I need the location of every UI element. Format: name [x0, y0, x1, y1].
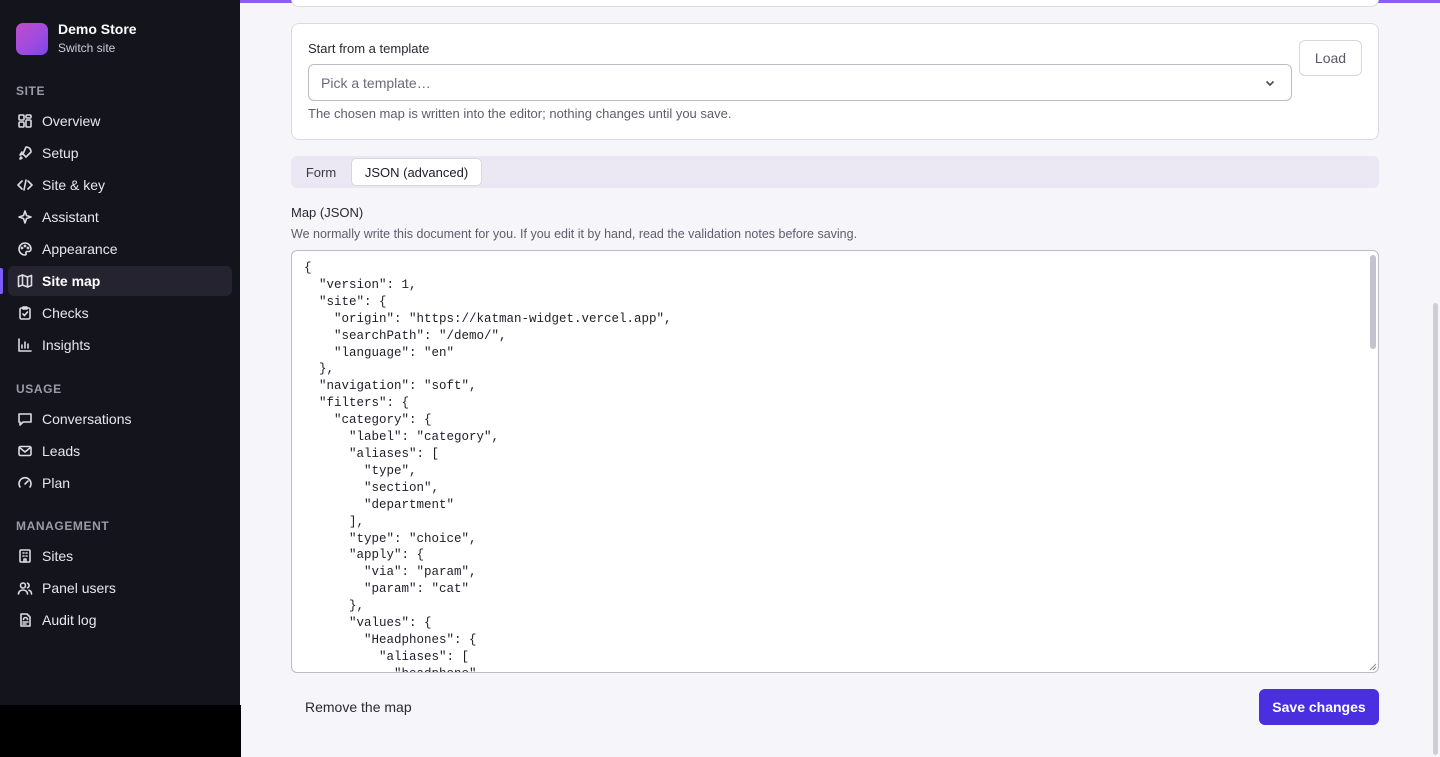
editor-mode-tabs: Form JSON (advanced) [291, 156, 1379, 188]
map-icon [16, 272, 34, 290]
code-icon [16, 176, 34, 194]
sidebar-item-site-map[interactable]: Site map [0, 266, 232, 296]
bar-chart-icon [16, 336, 34, 354]
template-label: Start from a template [308, 41, 430, 56]
page-scrollbar-thumb[interactable] [1433, 303, 1438, 755]
sidebar-item-label: Insights [42, 337, 91, 353]
clipboard-check-icon [16, 304, 34, 322]
sidebar-item-plan[interactable]: Plan [8, 468, 232, 498]
template-select[interactable]: Pick a template… [308, 64, 1292, 101]
save-changes-button[interactable]: Save changes [1259, 689, 1379, 725]
sidebar-item-label: Overview [42, 113, 101, 129]
sidebar-item-label: Sites [42, 548, 74, 564]
section-label-site: SITE [16, 84, 46, 98]
sidebar-item-label: Plan [42, 475, 71, 491]
sidebar-item-sites[interactable]: Sites [8, 541, 232, 571]
chevron-down-icon [1263, 76, 1277, 90]
switch-site-link[interactable]: Switch site [58, 40, 137, 56]
sidebar-item-label: Conversations [42, 411, 132, 427]
sidebar-item-label: Audit log [42, 612, 97, 628]
users-icon [16, 579, 34, 597]
template-help-text: The chosen map is written into the edito… [308, 106, 732, 121]
grid-icon [16, 112, 34, 130]
page-scrollbar[interactable] [1432, 3, 1440, 757]
sidebar: Demo Store Switch site SITE Overview Set… [0, 0, 240, 705]
site-logo [16, 22, 48, 55]
sidebar-item-setup[interactable]: Setup [8, 138, 232, 168]
sidebar-item-assistant[interactable]: Assistant [8, 202, 232, 232]
sidebar-item-label: Checks [42, 305, 89, 321]
sidebar-item-panel-users[interactable]: Panel users [8, 573, 232, 603]
sidebar-item-audit-log[interactable]: Audit log [8, 605, 232, 635]
remove-map-button[interactable]: Remove the map [291, 690, 426, 723]
template-card: Start from a template Pick a template… T… [291, 23, 1379, 140]
sidebar-item-label: Setup [42, 145, 79, 161]
json-editor[interactable]: { "version": 1, "site": { "origin": "htt… [291, 250, 1379, 673]
resize-handle-icon[interactable] [1367, 661, 1377, 671]
map-json-label: Map (JSON) [291, 205, 364, 220]
tab-form[interactable]: Form [295, 158, 347, 186]
previous-card [291, 0, 1379, 7]
sidebar-item-site-key[interactable]: Site & key [8, 170, 232, 200]
sparkle-icon [16, 208, 34, 226]
sidebar-footer [0, 705, 241, 757]
template-select-value: Pick a template… [321, 74, 431, 91]
sidebar-item-overview[interactable]: Overview [8, 106, 232, 136]
sidebar-item-leads[interactable]: Leads [8, 436, 232, 466]
sidebar-item-label: Assistant [42, 209, 99, 225]
editor-scrollbar[interactable] [1370, 255, 1376, 349]
section-label-usage: USAGE [16, 382, 62, 396]
site-switcher[interactable]: Demo Store Switch site [16, 21, 137, 56]
sidebar-item-label: Site map [42, 273, 101, 289]
log-icon [16, 611, 34, 629]
site-name: Demo Store [58, 21, 137, 37]
sidebar-item-conversations[interactable]: Conversations [8, 404, 232, 434]
building-icon [16, 547, 34, 565]
sidebar-item-label: Leads [42, 443, 81, 459]
json-editor-content[interactable]: { "version": 1, "site": { "origin": "htt… [304, 260, 672, 672]
rocket-icon [16, 144, 34, 162]
sidebar-item-insights[interactable]: Insights [8, 330, 232, 360]
mail-icon [16, 442, 34, 460]
section-label-management: MANAGEMENT [16, 519, 110, 533]
sidebar-item-checks[interactable]: Checks [8, 298, 232, 328]
active-indicator [0, 268, 3, 294]
palette-icon [16, 240, 34, 258]
sidebar-item-appearance[interactable]: Appearance [8, 234, 232, 264]
chat-icon [16, 410, 34, 428]
tab-json-advanced[interactable]: JSON (advanced) [351, 158, 482, 186]
load-template-button[interactable]: Load [1299, 40, 1362, 76]
map-json-help: We normally write this document for you.… [291, 227, 858, 241]
sidebar-item-label: Site & key [42, 177, 106, 193]
sidebar-item-label: Panel users [42, 580, 116, 596]
sidebar-item-label: Appearance [42, 241, 118, 257]
gauge-icon [16, 474, 34, 492]
